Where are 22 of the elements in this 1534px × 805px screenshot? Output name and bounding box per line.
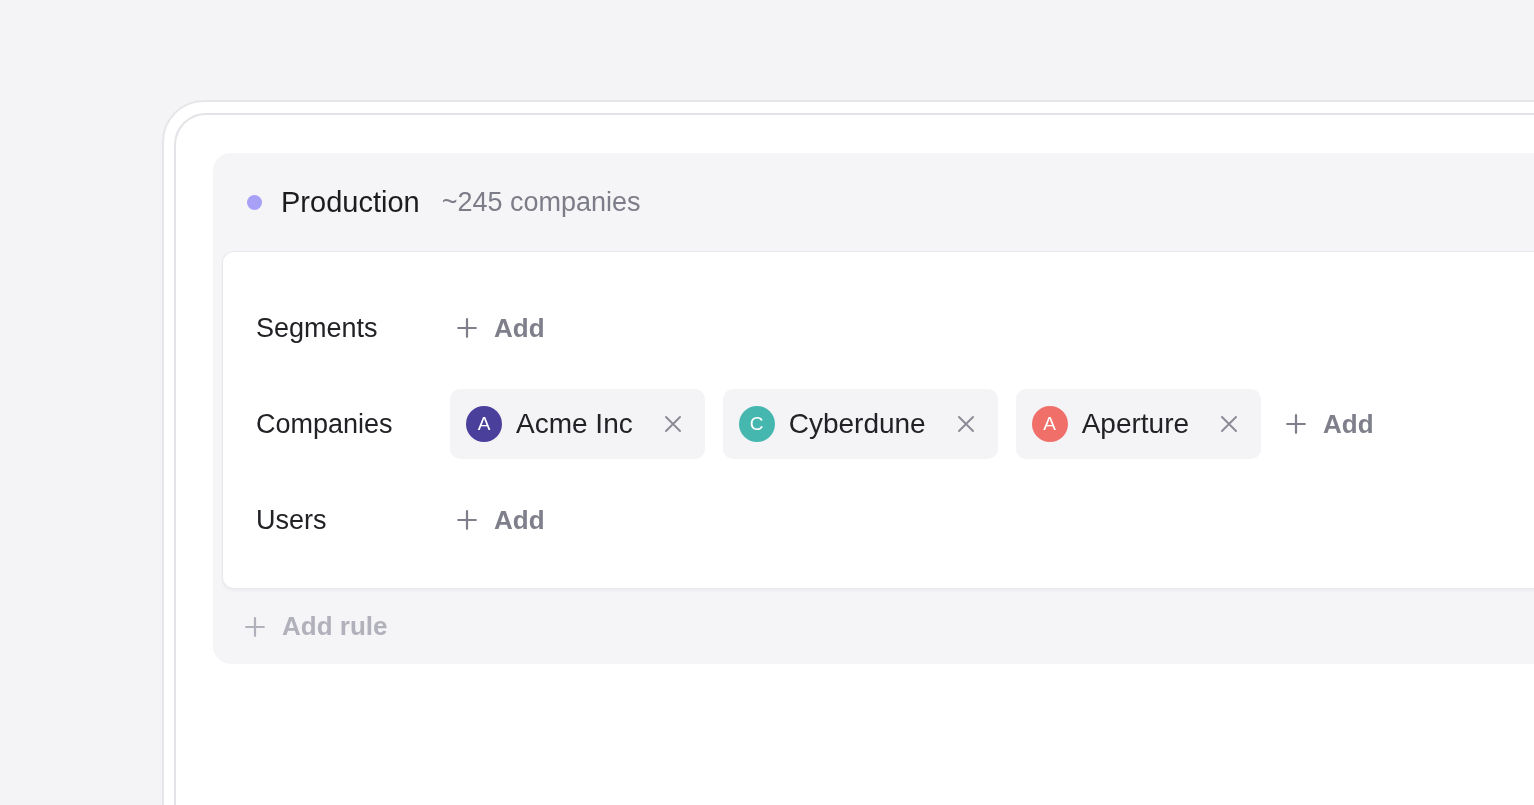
close-icon[interactable] bbox=[1219, 414, 1240, 434]
plus-icon bbox=[244, 615, 266, 638]
close-icon[interactable] bbox=[955, 414, 976, 434]
rule-label: Segments bbox=[256, 312, 379, 344]
company-name: Cyberdune bbox=[788, 408, 926, 440]
company-avatar: A bbox=[1031, 406, 1068, 442]
add-button[interactable]: Add bbox=[450, 504, 551, 536]
plus-icon bbox=[1285, 413, 1308, 435]
company-name: Aperture bbox=[1081, 408, 1190, 440]
company-avatar: A bbox=[466, 406, 502, 442]
rule-label: Companies bbox=[256, 408, 394, 440]
close-icon[interactable] bbox=[662, 414, 683, 434]
status-dot bbox=[247, 194, 262, 210]
company-name: Acme Inc bbox=[516, 408, 633, 440]
company-count: ~245 companies bbox=[441, 186, 641, 218]
plus-icon bbox=[456, 509, 478, 531]
add-button[interactable]: Add bbox=[1279, 408, 1380, 440]
company-avatar: C bbox=[738, 406, 775, 442]
segment-title: Production bbox=[281, 185, 420, 219]
rule-label: Users bbox=[256, 504, 328, 536]
plus-icon bbox=[456, 317, 478, 339]
add-button[interactable]: Add bbox=[450, 312, 551, 344]
